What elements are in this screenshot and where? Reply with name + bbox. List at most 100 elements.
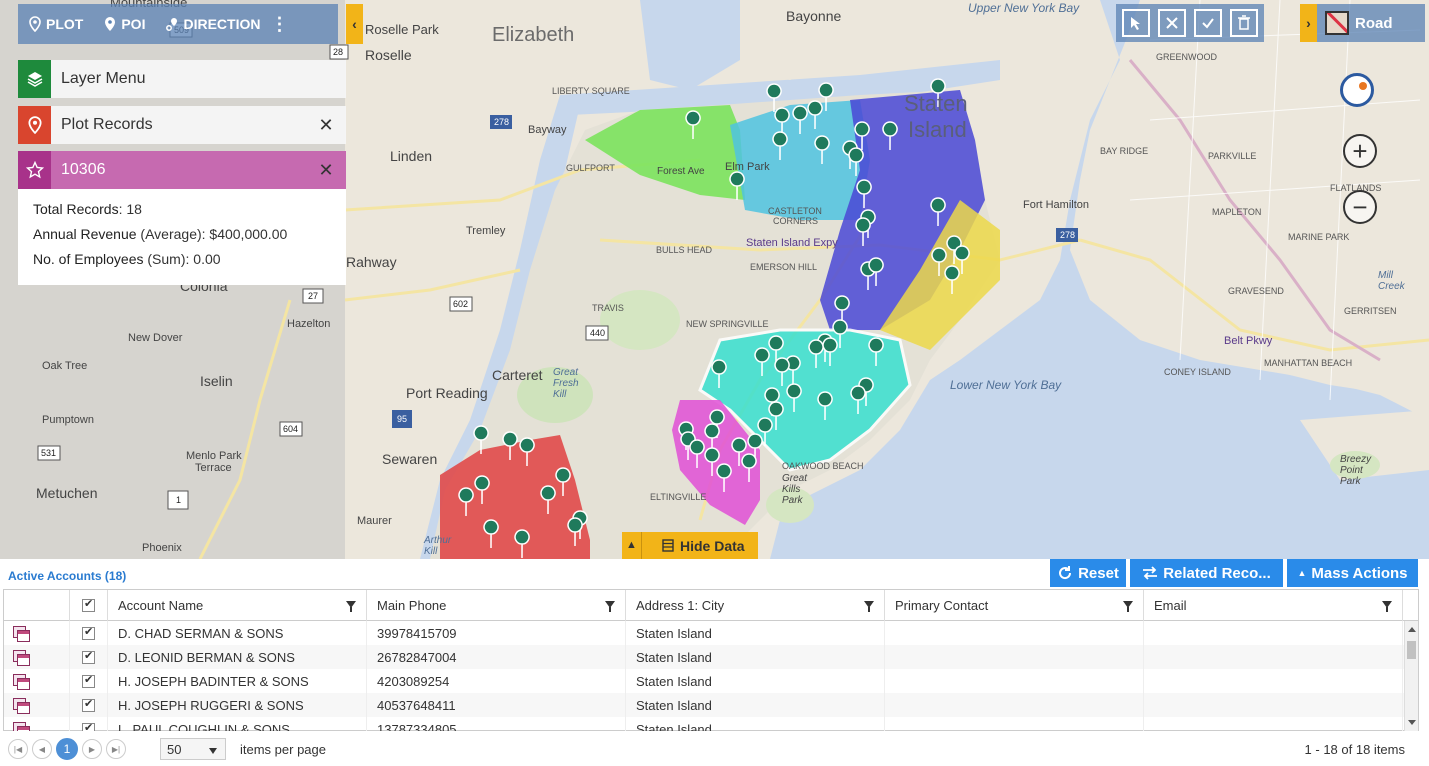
mass-actions-button[interactable]: ▲ Mass Actions [1287,559,1418,587]
scroll-up-icon[interactable] [1408,627,1416,632]
direction-button[interactable]: DIRECTION [155,4,270,44]
cell-contact [885,717,1144,731]
filter-row[interactable]: 10306 ✕ [18,151,346,189]
cell-phone: 26782847004 [367,645,626,669]
reset-button[interactable]: Reset [1050,559,1126,587]
cell-contact [885,693,1144,717]
table-row[interactable]: L. PAUL COUGHLIN & SONS 13787334805 Stat… [4,717,1418,731]
record-icon[interactable] [13,674,30,690]
hide-data-button[interactable]: ▲ Hide Data [622,532,758,559]
filter-icon[interactable] [864,601,874,612]
current-page-button[interactable]: 1 [56,738,78,760]
cell-contact [885,645,1144,669]
row-checkbox[interactable] [82,673,95,688]
accounts-table: Account Name Main Phone Address 1: City … [3,589,1419,731]
collapse-panel-button[interactable]: ‹ [346,4,363,44]
cell-email [1144,621,1403,645]
select-all-checkbox[interactable] [82,597,95,612]
record-icon[interactable] [13,722,30,731]
data-grid-area: Active Accounts (18) Reset Related Reco.… [0,559,1429,766]
grid-title: Active Accounts (18) [8,569,127,583]
next-page-icon[interactable]: ▶ [82,739,102,759]
refresh-icon [1059,566,1072,580]
filter-icon[interactable] [1123,601,1133,612]
direction-label: DIRECTION [183,16,261,32]
map-style-label: Road [1355,14,1393,32]
filter-icon[interactable] [605,601,615,612]
cell-email [1144,645,1403,669]
zoom-in-button[interactable]: + [1343,134,1377,168]
cell-city: Staten Island [626,669,885,693]
row-checkbox[interactable] [82,625,95,640]
per-page-select[interactable]: 50 [160,738,226,760]
record-icon[interactable] [13,650,30,666]
cell-phone: 13787334805 [367,717,626,731]
header-select-all[interactable] [70,590,108,621]
layer-menu-label: Layer Menu [61,70,146,87]
first-page-icon[interactable]: |◀ [8,739,28,759]
cell-email [1144,669,1403,693]
table-scrollbar[interactable] [1404,621,1418,731]
select-icon[interactable] [1122,9,1150,37]
plot-records-label: Plot Records [61,116,153,133]
record-icon[interactable] [13,698,30,714]
map-style-button[interactable]: Road [1317,4,1425,42]
cell-city: Staten Island [626,693,885,717]
close-plot-records-icon[interactable]: ✕ [306,115,346,136]
cell-account-name: H. JOSEPH BADINTER & SONS [108,669,367,693]
scroll-down-icon[interactable] [1408,720,1416,725]
table-row[interactable]: D. CHAD SERMAN & SONS 39978415709 Staten… [4,621,1418,645]
table-body: D. CHAD SERMAN & SONS 39978415709 Staten… [4,621,1418,731]
table-icon [662,539,674,552]
filter-icon[interactable] [1382,601,1392,612]
table-row[interactable]: D. LEONID BERMAN & SONS 26782847004 Stat… [4,645,1418,669]
prev-page-icon[interactable]: ◀ [32,739,52,759]
header-account-name[interactable]: Account Name [108,590,367,621]
cell-account-name: D. CHAD SERMAN & SONS [108,621,367,645]
expand-right-icon[interactable]: › [1300,4,1317,42]
more-options-icon[interactable]: ⋮ [270,14,288,35]
related-records-button[interactable]: Related Reco... [1130,559,1283,587]
table-header: Account Name Main Phone Address 1: City … [4,590,1418,621]
filter-icon[interactable] [346,601,356,612]
cell-phone: 4203089254 [367,669,626,693]
locate-icon[interactable] [1340,73,1374,107]
cell-account-name: L. PAUL COUGHLIN & SONS [108,717,367,731]
cell-phone: 40537648411 [367,693,626,717]
row-checkbox[interactable] [82,697,95,712]
scroll-thumb[interactable] [1407,641,1416,659]
summary-revenue: Annual Revenue (Average): $400,000.00 [33,226,288,242]
header-icon-col [4,590,70,621]
plot-records-row[interactable]: Plot Records ✕ [18,106,346,144]
zoom-out-button[interactable]: − [1343,190,1377,224]
record-icon[interactable] [13,626,30,642]
select-all-icon[interactable] [1194,9,1222,37]
row-checkbox[interactable] [82,649,95,664]
poi-icon [105,17,116,31]
cell-city: Staten Island [626,621,885,645]
road-map-icon [1325,11,1349,35]
layer-menu-row[interactable]: Layer Menu [18,60,346,98]
row-checkbox[interactable] [82,721,95,731]
header-primary-contact[interactable]: Primary Contact [885,590,1144,621]
table-row[interactable]: H. JOSEPH BADINTER & SONS 4203089254 Sta… [4,669,1418,693]
poi-label: POI [121,16,146,32]
clear-selection-icon[interactable] [1158,9,1186,37]
header-city[interactable]: Address 1: City [626,590,885,621]
close-filter-icon[interactable]: ✕ [306,160,346,181]
last-page-icon[interactable]: ▶| [106,739,126,759]
direction-icon [166,18,178,31]
plot-pin-icon [18,106,51,144]
header-main-phone[interactable]: Main Phone [367,590,626,621]
cell-account-name: H. JOSEPH RUGGERI & SONS [108,693,367,717]
cell-email [1144,693,1403,717]
swap-icon [1143,566,1158,580]
header-email[interactable]: Email [1144,590,1403,621]
poi-button[interactable]: POI [93,4,155,44]
table-row[interactable]: H. JOSEPH RUGGERI & SONS 40537648411 Sta… [4,693,1418,717]
cell-contact [885,621,1144,645]
delete-icon[interactable] [1230,9,1258,37]
plot-button[interactable]: PLOT [18,4,93,44]
summary-panel: Total Records: 18 Annual Revenue (Averag… [18,189,346,285]
cell-city: Staten Island [626,717,885,731]
